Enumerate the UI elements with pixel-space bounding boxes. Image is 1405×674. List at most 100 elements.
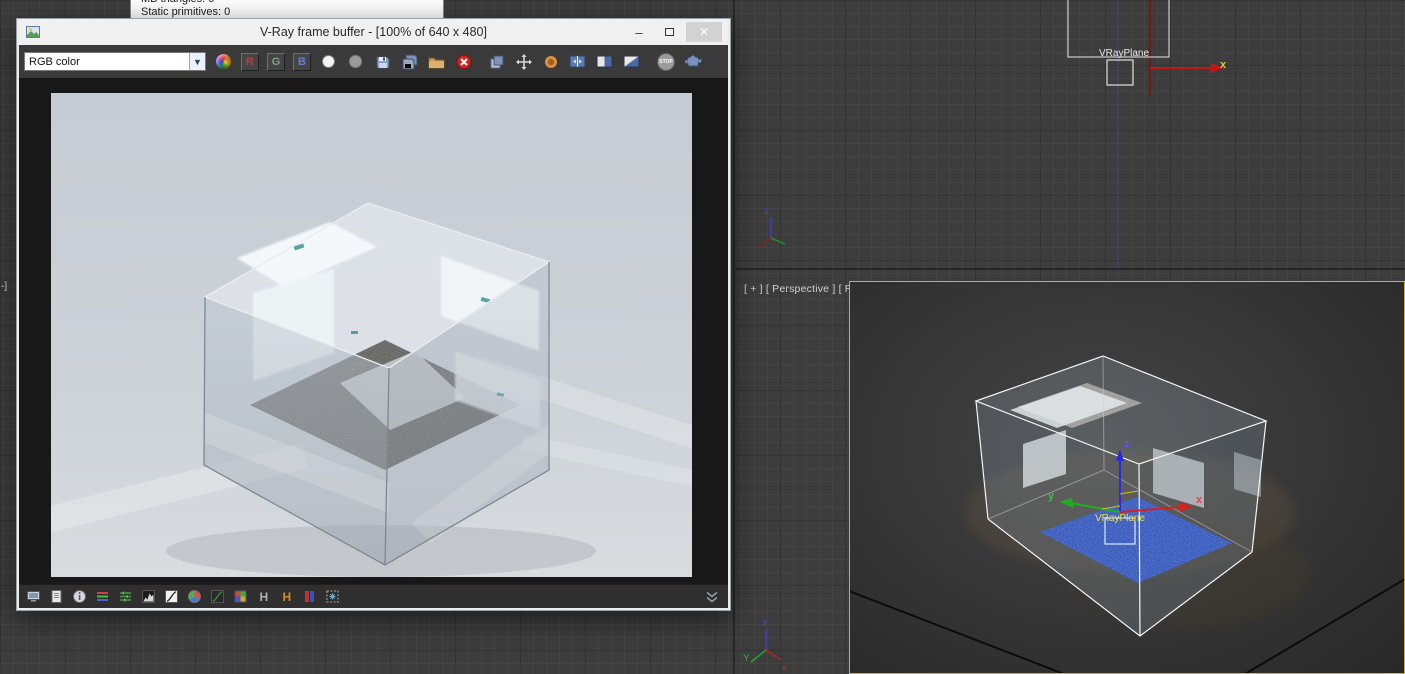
viewport-perspective[interactable]: z y x VRayPlane bbox=[849, 281, 1405, 674]
color-corrections-button[interactable] bbox=[214, 52, 233, 71]
red-x-circle-icon bbox=[456, 54, 471, 69]
lut-button[interactable] bbox=[232, 589, 248, 605]
page-icon bbox=[51, 590, 61, 603]
svg-text:H: H bbox=[282, 590, 291, 604]
curves-button[interactable] bbox=[163, 589, 179, 605]
vfb-toolbar: RGB color ▼ R G B STOP bbox=[19, 45, 728, 78]
blue-channel-button[interactable]: B bbox=[293, 52, 311, 71]
green-curve-icon bbox=[210, 590, 224, 603]
axis-x-label-top: x bbox=[1220, 59, 1227, 71]
split-compare-icon bbox=[569, 55, 586, 68]
red-blue-bars-icon bbox=[304, 591, 314, 602]
alpha-channel-button[interactable] bbox=[346, 52, 365, 71]
load-image-button[interactable] bbox=[427, 52, 446, 71]
levels-button[interactable] bbox=[140, 589, 156, 605]
vfb-image-area bbox=[19, 78, 728, 584]
green-channel-button[interactable]: G bbox=[267, 52, 285, 71]
display-correction-button[interactable] bbox=[25, 589, 41, 605]
history-button[interactable]: H bbox=[255, 589, 271, 605]
vfb-window-title: V-Ray frame buffer - [100% of 640 x 480] bbox=[260, 25, 487, 39]
monitor-icon bbox=[26, 591, 40, 602]
viewport-splitter-vertical[interactable] bbox=[733, 0, 735, 674]
maximize-icon bbox=[664, 28, 674, 36]
ab-half-icon bbox=[596, 55, 613, 68]
floppy-icon bbox=[376, 56, 389, 68]
ab-diagonal-icon bbox=[623, 55, 640, 68]
perspective-canvas bbox=[850, 355, 1404, 673]
chevron-down-icon: ▼ bbox=[189, 53, 205, 70]
rgb-bars-icon bbox=[96, 592, 108, 601]
gizmo-y-label: y bbox=[1048, 490, 1055, 502]
desktop: VRayPlane x z [ + ] [ Perspective ] [ Re… bbox=[0, 0, 1405, 674]
object-label-vrayplane-perspective: VRayPlane bbox=[1095, 513, 1146, 524]
save-image-button[interactable] bbox=[373, 52, 392, 71]
move-gizmo-x-axis[interactable] bbox=[1150, 63, 1224, 73]
h-orange-icon: H bbox=[282, 590, 291, 604]
two-squares-icon bbox=[490, 55, 503, 68]
world-axis-tripod-bottom: z Y x bbox=[743, 618, 787, 672]
stamp-button[interactable] bbox=[324, 589, 340, 605]
pixel-info-button[interactable] bbox=[48, 589, 64, 605]
red-channel-button[interactable]: R bbox=[241, 52, 259, 71]
orange-target-icon bbox=[544, 55, 557, 68]
vfb-render-image[interactable] bbox=[51, 93, 692, 577]
compare-b-button[interactable] bbox=[622, 52, 641, 71]
save-all-channels-button[interactable] bbox=[400, 52, 419, 71]
h-gray-icon: H bbox=[259, 590, 268, 604]
white-circle-icon bbox=[322, 55, 335, 68]
viewport-label-fragment: -] bbox=[1, 281, 8, 292]
color-balance-button[interactable] bbox=[186, 589, 202, 605]
lut-grid-icon bbox=[234, 590, 246, 603]
maximize-button[interactable] bbox=[656, 22, 682, 42]
vfb-titlebar[interactable]: V-Ray frame buffer - [100% of 640 x 480]… bbox=[19, 19, 728, 45]
white-channel-button[interactable] bbox=[319, 52, 338, 71]
folder-icon bbox=[428, 57, 445, 68]
minimize-button[interactable]: – bbox=[626, 22, 652, 42]
selection-bracket bbox=[1106, 59, 1134, 86]
histogram-icon bbox=[141, 590, 155, 603]
info-button[interactable] bbox=[71, 589, 87, 605]
dashed-region-icon bbox=[326, 590, 338, 603]
render-last-button[interactable] bbox=[683, 52, 702, 71]
tripod-z-label: z bbox=[762, 618, 767, 629]
teapot-icon bbox=[684, 55, 702, 67]
viewport-top[interactable] bbox=[737, 0, 1405, 268]
curve-icon bbox=[164, 590, 178, 603]
sliders-icon bbox=[119, 591, 131, 602]
tripod-z-label: z bbox=[764, 206, 769, 217]
vfb-window-icon bbox=[26, 26, 40, 38]
svg-text:H: H bbox=[259, 590, 268, 604]
viewport-splitter-horizontal[interactable] bbox=[735, 268, 1405, 270]
compare-horizontal-button[interactable] bbox=[568, 52, 587, 71]
compare-a-button[interactable] bbox=[595, 52, 614, 71]
gizmo-x-label: x bbox=[1196, 494, 1203, 506]
region-render-button[interactable] bbox=[541, 52, 560, 71]
history-compare-button[interactable]: H bbox=[278, 589, 294, 605]
color-sphere-icon bbox=[216, 54, 231, 69]
info-icon bbox=[72, 590, 86, 603]
exposure-button[interactable] bbox=[117, 589, 133, 605]
vfb-bottom-toolbar: H H bbox=[19, 584, 728, 608]
hsl-button[interactable] bbox=[94, 589, 110, 605]
expand-panel-button[interactable] bbox=[704, 589, 720, 605]
floppy-stack-icon bbox=[402, 54, 417, 69]
duplicate-buffer-button[interactable] bbox=[487, 52, 506, 71]
viewport-top-canvas bbox=[1067, 0, 1224, 268]
color-wheel-icon bbox=[187, 590, 201, 603]
curve-adjust-button[interactable] bbox=[209, 589, 225, 605]
ab-vertical-button[interactable] bbox=[301, 589, 317, 605]
close-button[interactable]: ✕ bbox=[686, 22, 722, 42]
vray-frame-buffer-window: V-Ray frame buffer - [100% of 640 x 480]… bbox=[16, 18, 731, 611]
gray-circle-icon bbox=[349, 55, 362, 68]
channel-select-value: RGB color bbox=[29, 55, 80, 68]
stop-render-button[interactable]: STOP bbox=[657, 52, 675, 71]
crosshair-arrows-icon bbox=[515, 53, 532, 70]
world-axis-tripod-top: z bbox=[759, 206, 786, 247]
tripod-x-label: x bbox=[782, 662, 787, 672]
channel-select[interactable]: RGB color ▼ bbox=[24, 52, 206, 71]
gizmo-z-label: z bbox=[1124, 438, 1130, 450]
object-label-vrayplane-top: VRayPlane bbox=[1099, 48, 1150, 59]
tripod-y-label: Y bbox=[743, 653, 750, 664]
follow-mouse-button[interactable] bbox=[514, 52, 533, 71]
clear-image-button[interactable] bbox=[454, 52, 473, 71]
